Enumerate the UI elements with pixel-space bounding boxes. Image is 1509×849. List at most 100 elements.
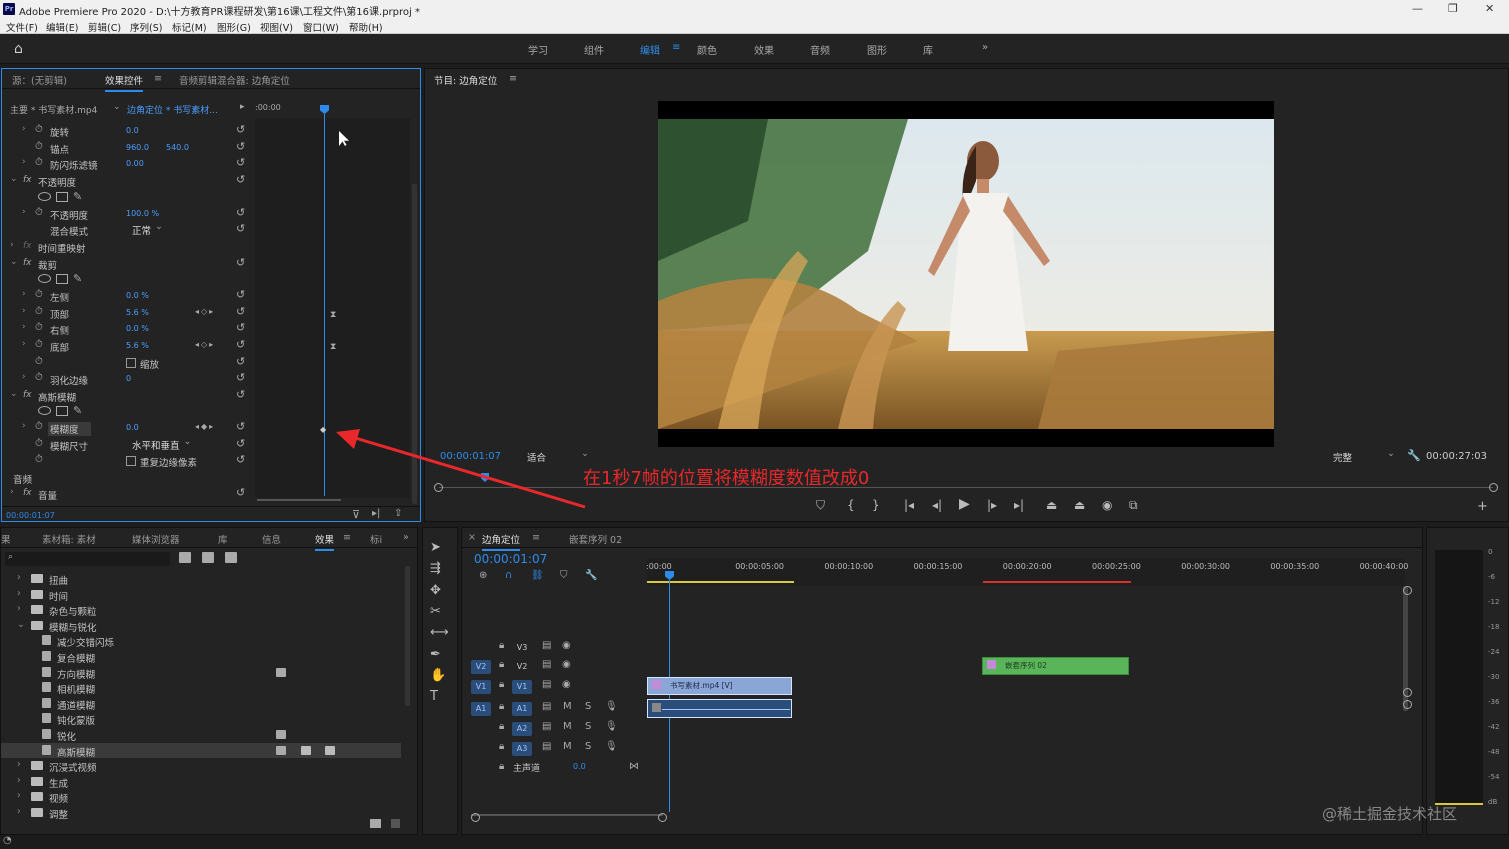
menu-file[interactable]: 文件(F) bbox=[6, 20, 38, 34]
eye-icon[interactable]: ◉ bbox=[562, 640, 571, 651]
solo-icon[interactable]: S bbox=[585, 721, 591, 732]
chevron-right-icon[interactable]: › bbox=[17, 790, 21, 801]
tab-info[interactable]: 信息 bbox=[262, 532, 281, 546]
linked-selection-icon[interactable]: ⛓ bbox=[531, 570, 544, 581]
pen-tool-icon[interactable]: ✒ bbox=[430, 647, 441, 662]
effect-folder[interactable]: › 沉浸式视频 bbox=[1, 758, 401, 774]
eye-icon[interactable]: ◉ bbox=[562, 679, 571, 690]
fx-icon[interactable]: fx bbox=[23, 175, 32, 185]
chevron-down-icon[interactable]: ⌄ bbox=[17, 619, 25, 630]
tab-menu-icon[interactable]: ≡ bbox=[532, 532, 540, 543]
expand-arrow-icon[interactable]: › bbox=[22, 339, 26, 349]
reset-icon[interactable]: ↺ bbox=[236, 321, 245, 334]
keyframe-diamond-icon[interactable]: ◆ bbox=[320, 425, 326, 434]
sync-lock-icon[interactable]: ▤ bbox=[542, 640, 551, 651]
crop-bottom-value[interactable]: 5.6 % bbox=[126, 341, 149, 350]
lock-icon[interactable]: 🔒︎ bbox=[499, 659, 504, 670]
expand-arrow-icon[interactable]: › bbox=[22, 421, 26, 431]
v-scroll-handle[interactable] bbox=[1403, 688, 1412, 697]
mark-in-icon[interactable]: { bbox=[847, 498, 855, 512]
sync-lock-icon[interactable]: ▤ bbox=[542, 679, 551, 690]
v-scroll-handle[interactable] bbox=[1403, 700, 1412, 709]
master-end-icon[interactable]: ⋈ bbox=[629, 761, 639, 772]
nest-toggle-icon[interactable]: ⊕ bbox=[479, 570, 487, 581]
mute-icon[interactable]: M bbox=[563, 741, 572, 752]
repeat-edge-checkbox[interactable] bbox=[126, 456, 136, 466]
effect-item[interactable]: 通道模糊 bbox=[1, 696, 401, 712]
nested-sequence-clip[interactable]: 嵌套序列 02 bbox=[982, 657, 1129, 675]
reset-icon[interactable]: ↺ bbox=[236, 305, 245, 318]
stopwatch-icon[interactable]: ⏱ bbox=[35, 289, 43, 300]
effect-item[interactable]: 钝化蒙版 bbox=[1, 711, 401, 727]
delete-icon[interactable] bbox=[391, 819, 400, 828]
yuv-effects-icon[interactable] bbox=[225, 552, 237, 563]
chevron-right-icon[interactable]: › bbox=[17, 572, 21, 583]
effect-item[interactable]: 锐化 bbox=[1, 727, 401, 743]
stopwatch-icon[interactable]: ⏱ bbox=[35, 141, 43, 152]
mute-icon[interactable]: M bbox=[563, 701, 572, 712]
stopwatch-icon[interactable]: ⏱ bbox=[35, 454, 43, 465]
collapse-arrow-icon[interactable]: ⌄ bbox=[10, 257, 18, 267]
reset-icon[interactable]: ↺ bbox=[236, 388, 245, 401]
accelerated-effects-icon[interactable] bbox=[179, 552, 191, 563]
flicker-value[interactable]: 0.00 bbox=[126, 159, 144, 168]
sync-lock-icon[interactable]: ▤ bbox=[542, 701, 551, 712]
export-frame-icon[interactable]: ◉ bbox=[1102, 498, 1112, 512]
expand-arrow-icon[interactable]: › bbox=[22, 306, 26, 316]
reset-icon[interactable]: ↺ bbox=[236, 486, 245, 499]
effect-folder[interactable]: ⌄ 模糊与锐化 bbox=[1, 618, 401, 634]
effect-folder[interactable]: › 视频 bbox=[1, 789, 401, 805]
razor-tool-icon[interactable]: ✂ bbox=[430, 604, 441, 619]
video-frame[interactable] bbox=[658, 101, 1274, 447]
ellipse-mask-icon[interactable] bbox=[38, 192, 51, 201]
sync-lock-icon[interactable]: ▤ bbox=[542, 721, 551, 732]
expand-arrow-icon[interactable]: › bbox=[22, 124, 26, 134]
effects-scrollbar[interactable] bbox=[405, 566, 410, 706]
more-workspaces-icon[interactable]: » bbox=[982, 42, 988, 53]
keyframe-nav-icon[interactable]: ◂◇▸ bbox=[195, 307, 215, 316]
chevron-right-icon[interactable]: › bbox=[17, 759, 21, 770]
track-target-a1[interactable]: A1 bbox=[512, 702, 532, 716]
lock-icon[interactable]: 🔒︎ bbox=[499, 761, 504, 772]
audio-clip-a1[interactable] bbox=[647, 699, 792, 718]
menu-edit[interactable]: 编辑(E) bbox=[46, 20, 78, 34]
blur-dimension-select[interactable]: 水平和垂直 bbox=[132, 436, 191, 452]
add-marker-icon[interactable]: ⛉ bbox=[560, 570, 568, 581]
microphone-icon[interactable]: 🎙︎ bbox=[605, 701, 618, 712]
scrub-end-handle[interactable] bbox=[1489, 483, 1498, 492]
stopwatch-icon[interactable]: ⏱ bbox=[35, 372, 43, 383]
anchor-y-value[interactable]: 540.0 bbox=[166, 143, 189, 152]
wrench-icon[interactable]: 🔧 bbox=[1407, 449, 1421, 462]
expand-arrow-icon[interactable]: › bbox=[22, 322, 26, 332]
effect-item[interactable]: 复合模糊 bbox=[1, 649, 401, 665]
menu-marker[interactable]: 标记(M) bbox=[172, 20, 207, 34]
stopwatch-active-icon[interactable]: ⏱ bbox=[35, 339, 43, 350]
lock-icon[interactable]: 🔒︎ bbox=[499, 721, 504, 732]
collapse-arrow-icon[interactable]: ⌄ bbox=[10, 174, 18, 184]
stopwatch-active-icon[interactable]: ⏱ bbox=[35, 421, 43, 432]
feather-value[interactable]: 0 bbox=[126, 374, 131, 383]
effect-item[interactable]: 高斯模糊 bbox=[1, 742, 401, 759]
program-monitor-title[interactable]: 节目: 边角定位 bbox=[434, 73, 497, 87]
pen-mask-icon[interactable]: ✎ bbox=[73, 190, 82, 203]
stopwatch-icon[interactable]: ⏱ bbox=[35, 322, 43, 333]
track-target-v3[interactable]: V3 bbox=[512, 641, 532, 655]
expand-arrow-icon[interactable]: › bbox=[22, 157, 26, 167]
selection-tool-icon[interactable]: ➤ bbox=[430, 540, 441, 555]
effect-folder[interactable]: › 调整 bbox=[1, 805, 401, 821]
pen-mask-icon[interactable]: ✎ bbox=[73, 272, 82, 285]
solo-icon[interactable]: S bbox=[585, 701, 591, 712]
keyframe-nav-icon[interactable]: ◂◇▸ bbox=[195, 340, 215, 349]
workspace-learn[interactable]: 学习 bbox=[528, 42, 548, 57]
menu-graphics[interactable]: 图形(G) bbox=[217, 20, 251, 34]
workspace-editing[interactable]: 编辑 bbox=[640, 42, 660, 57]
comparison-view-icon[interactable]: ⧉ bbox=[1129, 498, 1138, 513]
expand-arrow-icon[interactable]: › bbox=[22, 289, 26, 299]
add-marker-icon[interactable]: ⛉ bbox=[816, 498, 825, 513]
workspace-graphics[interactable]: 图形 bbox=[867, 42, 887, 57]
pen-mask-icon[interactable]: ✎ bbox=[73, 404, 82, 417]
step-forward-icon[interactable]: |▸ bbox=[987, 498, 997, 512]
expand-arrow-icon[interactable]: › bbox=[10, 240, 14, 250]
go-to-in-icon[interactable]: |◂ bbox=[904, 498, 914, 512]
sync-lock-icon[interactable]: ▤ bbox=[542, 659, 551, 670]
